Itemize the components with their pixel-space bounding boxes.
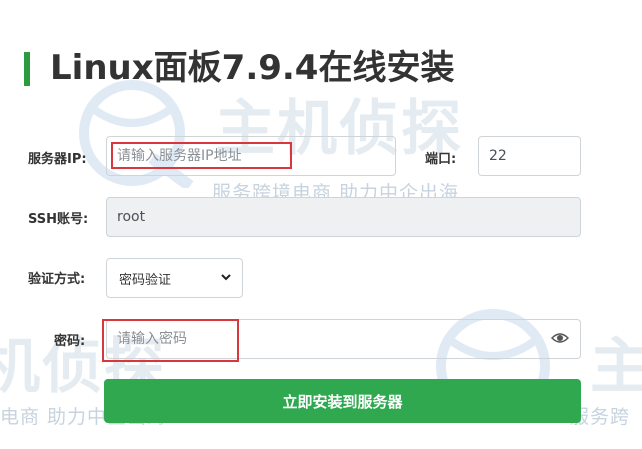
port-label: 端口: (425, 152, 457, 167)
auth-method-selected: 密码验证 (119, 272, 172, 288)
auth-method-label: 验证方式: (28, 272, 86, 287)
install-button[interactable]: 立即安装到服务器 (104, 379, 581, 423)
title-accent-bar (24, 52, 30, 86)
password-label: 密码: (54, 334, 86, 349)
chevron-down-icon (221, 274, 231, 281)
port-input[interactable] (478, 136, 581, 176)
auth-method-select[interactable]: 密码验证 (106, 258, 243, 298)
server-ip-input[interactable] (106, 136, 396, 176)
ssh-account-input[interactable] (106, 197, 581, 237)
server-ip-label: 服务器IP: (28, 152, 87, 167)
page-title: Linux面板7.9.4在线安装 (50, 48, 455, 88)
password-input[interactable] (106, 319, 581, 359)
eye-icon[interactable] (551, 331, 569, 345)
ssh-account-label: SSH账号: (28, 212, 89, 227)
